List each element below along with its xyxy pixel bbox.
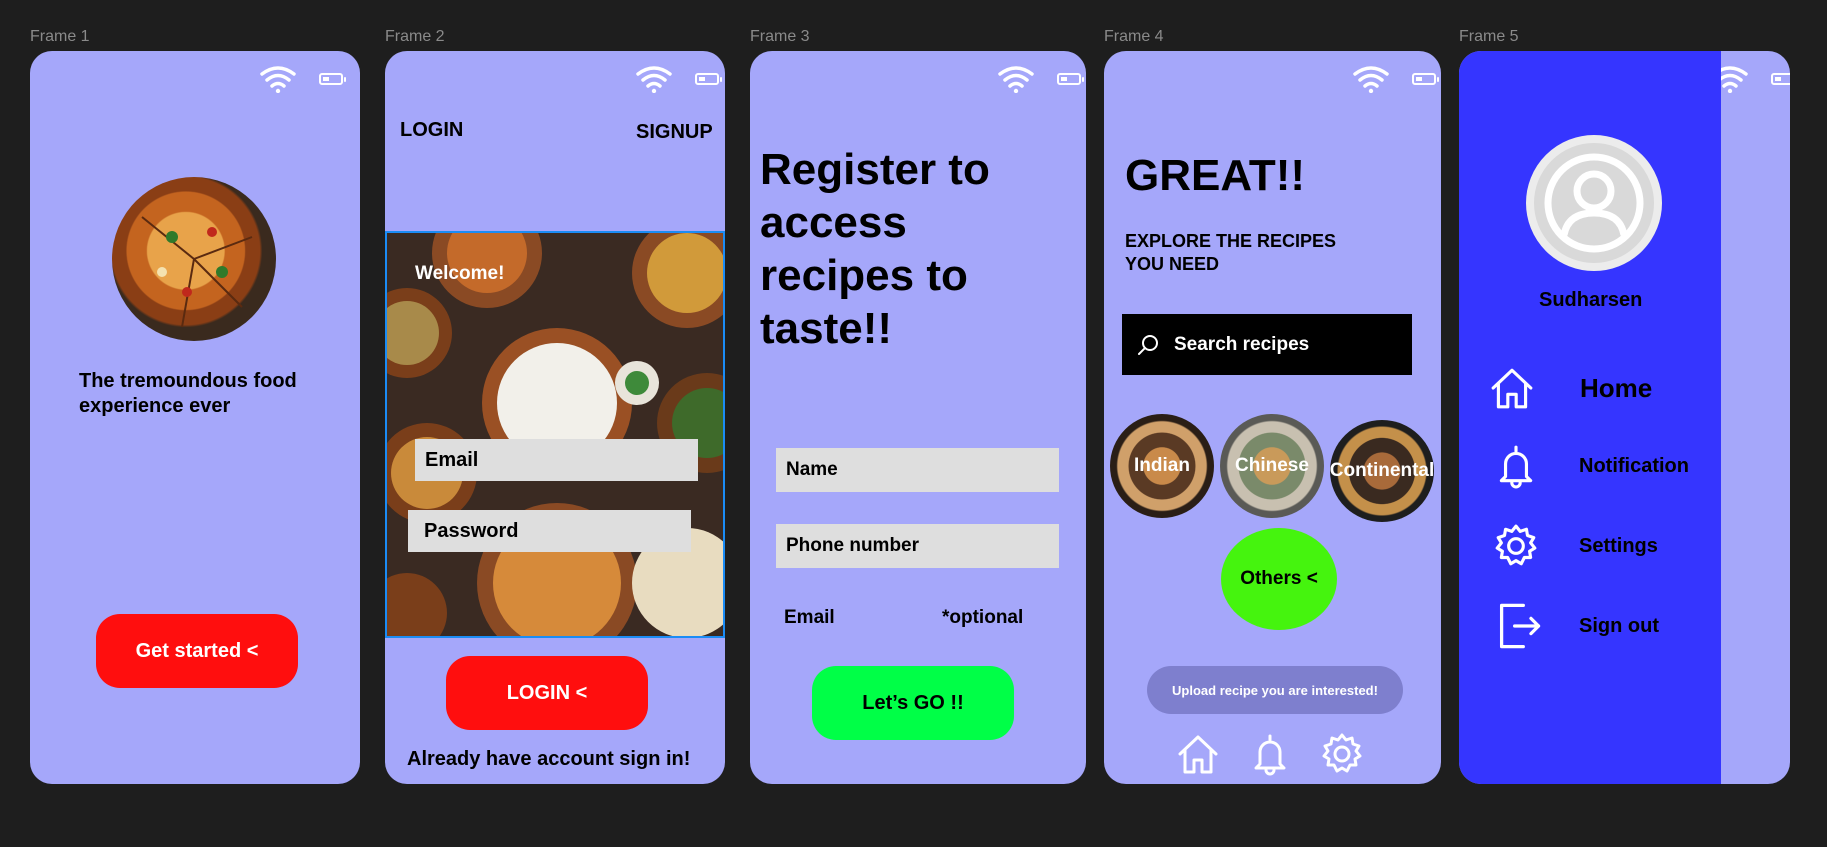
login-button[interactable]: LOGIN < bbox=[446, 656, 648, 730]
frame-1: The tremoundous food experience ever Get… bbox=[30, 51, 360, 784]
battery-icon bbox=[1771, 73, 1790, 85]
email-field[interactable]: Email bbox=[415, 439, 698, 481]
phone-field[interactable]: Phone number bbox=[776, 524, 1059, 568]
frame-2: LOGIN SIGNUP Welcome! Email Password LOG… bbox=[385, 51, 725, 784]
login-card: Welcome! Email Password bbox=[385, 231, 725, 638]
wifi-icon bbox=[998, 66, 1034, 93]
bottom-nav bbox=[1176, 732, 1364, 776]
category-indian[interactable]: Indian bbox=[1110, 414, 1214, 518]
frame-5: Sudharsen Home Notification Settings Sig… bbox=[1459, 51, 1790, 784]
frame-5-label: Frame 5 bbox=[1459, 28, 1519, 45]
avatar[interactable] bbox=[1526, 135, 1662, 271]
lets-go-button[interactable]: Let’s GO !! bbox=[812, 666, 1014, 740]
menu-item-notification[interactable]: Notification bbox=[1489, 441, 1721, 491]
search-bar[interactable]: Search recipes bbox=[1122, 314, 1412, 375]
category-continental[interactable]: Continental bbox=[1330, 420, 1434, 522]
wifi-icon bbox=[636, 66, 672, 93]
optional-label: *optional bbox=[942, 607, 1024, 628]
others-button[interactable]: Others < bbox=[1221, 528, 1337, 630]
search-icon bbox=[1138, 334, 1158, 355]
email-field-label[interactable]: Email bbox=[784, 607, 835, 629]
frame-3-label: Frame 3 bbox=[750, 28, 810, 45]
indian-food-image bbox=[387, 233, 723, 636]
category-indian-label: Indian bbox=[1134, 455, 1190, 476]
status-bar bbox=[1352, 65, 1439, 93]
tab-signup[interactable]: SIGNUP bbox=[636, 121, 713, 144]
category-chinese-label: Chinese bbox=[1235, 455, 1309, 476]
wifi-icon bbox=[260, 66, 296, 93]
frame-3: Register to access recipes to taste!! Na… bbox=[750, 51, 1086, 784]
status-bar bbox=[635, 65, 722, 93]
get-started-button[interactable]: Get started < bbox=[96, 614, 298, 688]
battery-icon bbox=[1057, 73, 1084, 85]
tagline: The tremoundous food experience ever bbox=[79, 370, 297, 417]
great-headline: GREAT!! bbox=[1125, 151, 1306, 200]
battery-icon bbox=[1412, 73, 1439, 85]
menu-item-label: Home bbox=[1580, 373, 1653, 403]
welcome-text: Welcome! bbox=[415, 263, 505, 284]
username: Sudharsen bbox=[1539, 289, 1643, 311]
category-chinese[interactable]: Chinese bbox=[1220, 414, 1324, 518]
wifi-icon bbox=[1353, 66, 1389, 93]
upload-recipe-button[interactable]: Upload recipe you are interested! bbox=[1147, 666, 1403, 714]
bell-icon[interactable] bbox=[1248, 732, 1292, 776]
battery-icon bbox=[695, 73, 722, 85]
password-field[interactable]: Password bbox=[408, 510, 691, 552]
status-bar bbox=[997, 65, 1084, 93]
menu-item-label: Settings bbox=[1579, 535, 1658, 557]
frame-2-label: Frame 2 bbox=[385, 28, 445, 45]
home-icon bbox=[1491, 368, 1533, 409]
gear-icon[interactable] bbox=[1320, 732, 1364, 776]
sign-in-link[interactable]: Already have account sign in! bbox=[407, 748, 690, 771]
user-icon bbox=[1544, 153, 1644, 253]
menu-item-sign-out[interactable]: Sign out bbox=[1489, 601, 1721, 653]
search-placeholder: Search recipes bbox=[1174, 333, 1310, 355]
side-drawer: Sudharsen Home Notification Settings Sig… bbox=[1459, 51, 1721, 784]
frame-4: GREAT!! EXPLORE THE RECIPES YOU NEED Sea… bbox=[1104, 51, 1441, 784]
menu-item-settings[interactable]: Settings bbox=[1489, 521, 1721, 571]
register-headline: Register to access recipes to taste!! bbox=[760, 145, 990, 353]
pizza-image bbox=[112, 177, 276, 341]
status-bar bbox=[1711, 65, 1790, 93]
frame-1-label: Frame 1 bbox=[30, 28, 90, 45]
category-continental-label: Continental bbox=[1330, 460, 1434, 481]
explore-subhead: EXPLORE THE RECIPES YOU NEED bbox=[1125, 231, 1337, 274]
menu-item-label: Sign out bbox=[1579, 615, 1659, 637]
menu-item-label: Notification bbox=[1579, 455, 1689, 477]
home-icon[interactable] bbox=[1176, 732, 1220, 776]
sign-out-icon bbox=[1499, 603, 1541, 649]
tab-login[interactable]: LOGIN bbox=[400, 119, 463, 142]
status-bar bbox=[259, 65, 346, 93]
menu-item-home[interactable]: Home bbox=[1489, 363, 1721, 413]
frame-4-label: Frame 4 bbox=[1104, 28, 1164, 45]
gear-icon bbox=[1495, 524, 1537, 566]
battery-icon bbox=[319, 73, 346, 85]
name-field[interactable]: Name bbox=[776, 448, 1059, 492]
bell-icon bbox=[1499, 445, 1533, 489]
